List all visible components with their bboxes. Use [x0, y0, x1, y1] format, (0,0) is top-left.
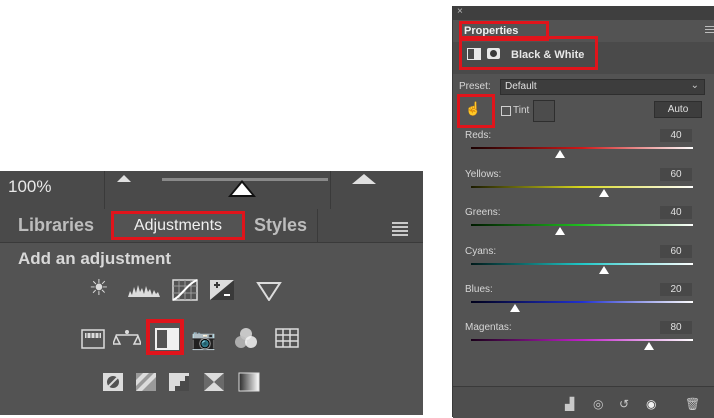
- reset-icon[interactable]: ↺: [619, 397, 629, 411]
- black-white-button[interactable]: [146, 319, 184, 355]
- threshold-icon[interactable]: [168, 372, 190, 392]
- tab-adjustments[interactable]: Adjustments: [111, 211, 245, 240]
- mask-icon[interactable]: [487, 48, 500, 59]
- black-white-icon: [155, 328, 179, 350]
- large-mountain-icon[interactable]: [352, 174, 376, 184]
- color-lookup-icon[interactable]: [275, 328, 299, 348]
- slider-thumb-greens[interactable]: [554, 227, 565, 235]
- slider-thumb-reds[interactable]: [554, 150, 565, 158]
- panel-menu-icon[interactable]: [705, 26, 714, 35]
- zoom-strip: 100%: [0, 171, 423, 210]
- preset-value: Default: [505, 81, 537, 92]
- zoom-slider-thumb[interactable]: [232, 183, 252, 195]
- tint-label: Tint: [513, 105, 530, 116]
- exposure-icon[interactable]: [209, 279, 235, 301]
- panel-topbar: ×: [453, 6, 714, 20]
- slider-value-yellows[interactable]: 60: [660, 168, 692, 181]
- slider-label-magentas: Magentas:: [465, 322, 512, 333]
- properties-footer: ▟ ◎ ↺ ◉ 🗑: [453, 386, 714, 418]
- adjustment-layer-icon: [467, 48, 481, 60]
- trash-icon[interactable]: 🗑: [685, 397, 700, 411]
- slider-thumb-cyans[interactable]: [599, 266, 610, 274]
- panel-tabs: Libraries Adjustments Styles: [0, 209, 423, 243]
- channel-mixer-icon[interactable]: [233, 327, 259, 349]
- slider-thumb-magentas[interactable]: [643, 342, 654, 350]
- divider: [330, 171, 331, 209]
- slider-label-blues: Blues:: [465, 284, 493, 295]
- properties-title: Black & White: [511, 49, 585, 61]
- slider-track-cyans[interactable]: [471, 263, 693, 265]
- zoom-value: 100%: [8, 177, 52, 196]
- slider-value-magentas[interactable]: 80: [660, 321, 692, 334]
- slider-value-greens[interactable]: 40: [660, 206, 692, 219]
- levels-icon[interactable]: [128, 283, 160, 297]
- gradient-map-icon[interactable]: [238, 372, 260, 392]
- preset-label: Preset:: [459, 81, 491, 92]
- slider-value-reds[interactable]: 40: [660, 129, 692, 142]
- visibility-icon[interactable]: ◉: [646, 397, 656, 411]
- color-balance-icon[interactable]: [111, 329, 143, 349]
- adjustments-panel: 100% Libraries Adjustments Styles Add an…: [0, 171, 423, 415]
- properties-panel: × Properties Black & White Preset: Defau…: [452, 6, 714, 418]
- divider: [317, 209, 318, 242]
- slider-label-reds: Reds:: [465, 130, 492, 141]
- invert-icon[interactable]: [102, 372, 124, 392]
- slider-label-yellows: Yellows:: [465, 169, 502, 180]
- slider-track-yellows[interactable]: [471, 186, 693, 188]
- slider-track-greens[interactable]: [471, 224, 693, 226]
- chevron-down-icon: ⌄: [690, 80, 699, 91]
- curves-icon[interactable]: [172, 279, 198, 301]
- auto-button[interactable]: Auto: [654, 101, 702, 118]
- slider-value-cyans[interactable]: 60: [660, 245, 692, 258]
- slider-thumb-yellows[interactable]: [599, 189, 610, 197]
- slider-label-greens: Greens:: [465, 207, 501, 218]
- preset-select[interactable]: Default ⌄: [500, 79, 705, 95]
- slider-track-blues[interactable]: [471, 301, 693, 303]
- add-adjustment-title: Add an adjustment: [18, 249, 172, 268]
- tint-checkbox[interactable]: [501, 106, 511, 116]
- view-previous-icon[interactable]: ◎: [593, 397, 603, 411]
- vibrance-icon[interactable]: [256, 281, 282, 302]
- tab-libraries[interactable]: Libraries: [18, 215, 94, 236]
- tab-styles[interactable]: Styles: [254, 215, 307, 236]
- slider-thumb-blues[interactable]: [510, 304, 521, 312]
- slider-track-reds[interactable]: [471, 147, 693, 149]
- divider: [104, 171, 105, 209]
- posterize-icon[interactable]: [135, 372, 157, 392]
- slider-track-magentas[interactable]: [471, 339, 693, 341]
- small-mountain-icon[interactable]: [117, 175, 131, 182]
- brightness-contrast-icon[interactable]: ☀: [89, 275, 109, 301]
- close-icon[interactable]: ×: [457, 6, 463, 17]
- hue-saturation-icon[interactable]: [81, 329, 105, 349]
- slider-label-cyans: Cyans:: [465, 246, 497, 257]
- selective-color-icon[interactable]: [203, 372, 225, 392]
- tint-color-swatch[interactable]: [533, 100, 555, 122]
- slider-value-blues[interactable]: 20: [660, 283, 692, 296]
- targeted-adjustment-hand-icon[interactable]: ☝: [465, 101, 481, 117]
- clip-to-layer-icon[interactable]: ▟: [565, 397, 574, 411]
- panel-menu-icon[interactable]: [392, 222, 408, 238]
- photo-filter-icon[interactable]: 📷: [191, 327, 216, 352]
